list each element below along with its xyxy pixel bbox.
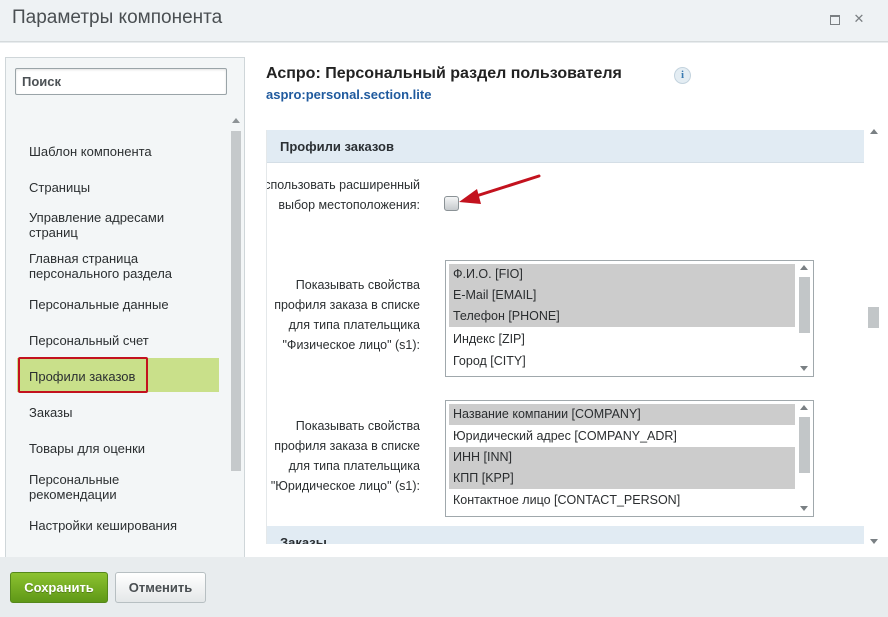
- section-header-next[interactable]: Заказы: [267, 526, 864, 544]
- sidebar-item-pages[interactable]: Страницы: [29, 180, 219, 195]
- sidebar-item-main-page[interactable]: Главная страница персонального раздела: [29, 251, 189, 281]
- section-title-next: Заказы: [280, 535, 327, 544]
- cancel-button[interactable]: Отменить: [115, 572, 206, 603]
- list-item[interactable]: E-Mail [EMAIL]: [449, 285, 795, 306]
- scroll-up-icon[interactable]: [870, 129, 878, 134]
- sidebar-item-url-management[interactable]: Управление адресами страниц: [29, 210, 189, 240]
- scroll-up-icon[interactable]: [800, 265, 808, 270]
- parameters-panel: Профили заказов Использовать расширенный…: [266, 130, 864, 544]
- sidebar-item-orders[interactable]: Заказы: [29, 405, 219, 420]
- list-item[interactable]: Название компании [COMPANY]: [449, 404, 795, 425]
- individual-param-label: Показывать свойства профиля заказа в спи…: [274, 278, 420, 352]
- scroll-down-icon[interactable]: [800, 366, 808, 371]
- scroll-down-icon[interactable]: [800, 506, 808, 511]
- sidebar-item-products-review[interactable]: Товары для оценки: [29, 441, 219, 456]
- scrollbar-thumb[interactable]: [799, 417, 810, 473]
- legal-props-listbox[interactable]: Название компании [COMPANY] Юридический …: [445, 400, 814, 517]
- dialog-footer: Сохранить Отменить: [0, 557, 888, 617]
- list-item[interactable]: Ф.И.О. [FIO]: [449, 264, 795, 285]
- sidebar-item-personal-data[interactable]: Персональные данные: [29, 297, 219, 312]
- sidebar-scrollbar[interactable]: [230, 113, 242, 583]
- annotation-arrow-icon: [459, 174, 541, 204]
- dialog-title: Параметры компонента: [12, 7, 223, 28]
- component-title: Аспро: Персональный раздел пользователя: [266, 65, 622, 82]
- main-scrollbar[interactable]: [865, 126, 883, 551]
- sidebar-item-template[interactable]: Шаблон компонента: [29, 144, 219, 159]
- list-item[interactable]: Телефон [PHONE]: [449, 306, 795, 327]
- individual-props-listbox[interactable]: Ф.И.О. [FIO] E-Mail [EMAIL] Телефон [PHO…: [445, 260, 814, 377]
- list-item[interactable]: Контактное лицо [CONTACT_PERSON]: [449, 490, 795, 511]
- dialog-content: Шаблон компонента Страницы Управление ад…: [0, 43, 888, 588]
- sidebar: Шаблон компонента Страницы Управление ад…: [5, 57, 245, 588]
- section-header[interactable]: Профили заказов: [267, 130, 864, 163]
- list-item[interactable]: КПП [KPP]: [449, 468, 795, 489]
- dialog-titlebar: Параметры компонента ✕: [0, 0, 888, 42]
- list-item[interactable]: ИНН [INN]: [449, 447, 795, 468]
- sidebar-item-recommendations[interactable]: Персональные рекомендации: [29, 472, 169, 502]
- window-maximize-icon[interactable]: [827, 12, 841, 26]
- listbox-scrollbar[interactable]: [796, 261, 813, 376]
- sidebar-item-personal-account[interactable]: Персональный счет: [29, 333, 219, 348]
- scroll-up-icon[interactable]: [232, 118, 240, 123]
- component-code: aspro:personal.section.lite: [266, 87, 432, 102]
- scroll-down-icon[interactable]: [870, 539, 878, 544]
- scrollbar-thumb[interactable]: [868, 307, 879, 328]
- listbox-scrollbar[interactable]: [796, 401, 813, 516]
- scrollbar-thumb[interactable]: [231, 131, 241, 471]
- info-icon[interactable]: i: [674, 67, 691, 84]
- list-item[interactable]: Юридический адрес [COMPANY_ADR]: [449, 426, 795, 447]
- scrollbar-thumb[interactable]: [799, 277, 810, 333]
- save-button[interactable]: Сохранить: [10, 572, 108, 603]
- list-item[interactable]: Город [CITY]: [449, 351, 795, 372]
- scroll-up-icon[interactable]: [800, 405, 808, 410]
- highlight-outline: [18, 357, 148, 393]
- search-input[interactable]: [15, 68, 227, 95]
- window-close-icon[interactable]: ✕: [852, 12, 866, 26]
- list-item[interactable]: Индекс [ZIP]: [449, 329, 795, 350]
- section-title: Профили заказов: [280, 139, 394, 154]
- location-param-label: Использовать расширенный выбор местополо…: [266, 178, 420, 212]
- legal-param-label: Показывать свойства профиля заказа в спи…: [270, 419, 420, 493]
- sidebar-item-caching[interactable]: Настройки кеширования: [29, 518, 219, 533]
